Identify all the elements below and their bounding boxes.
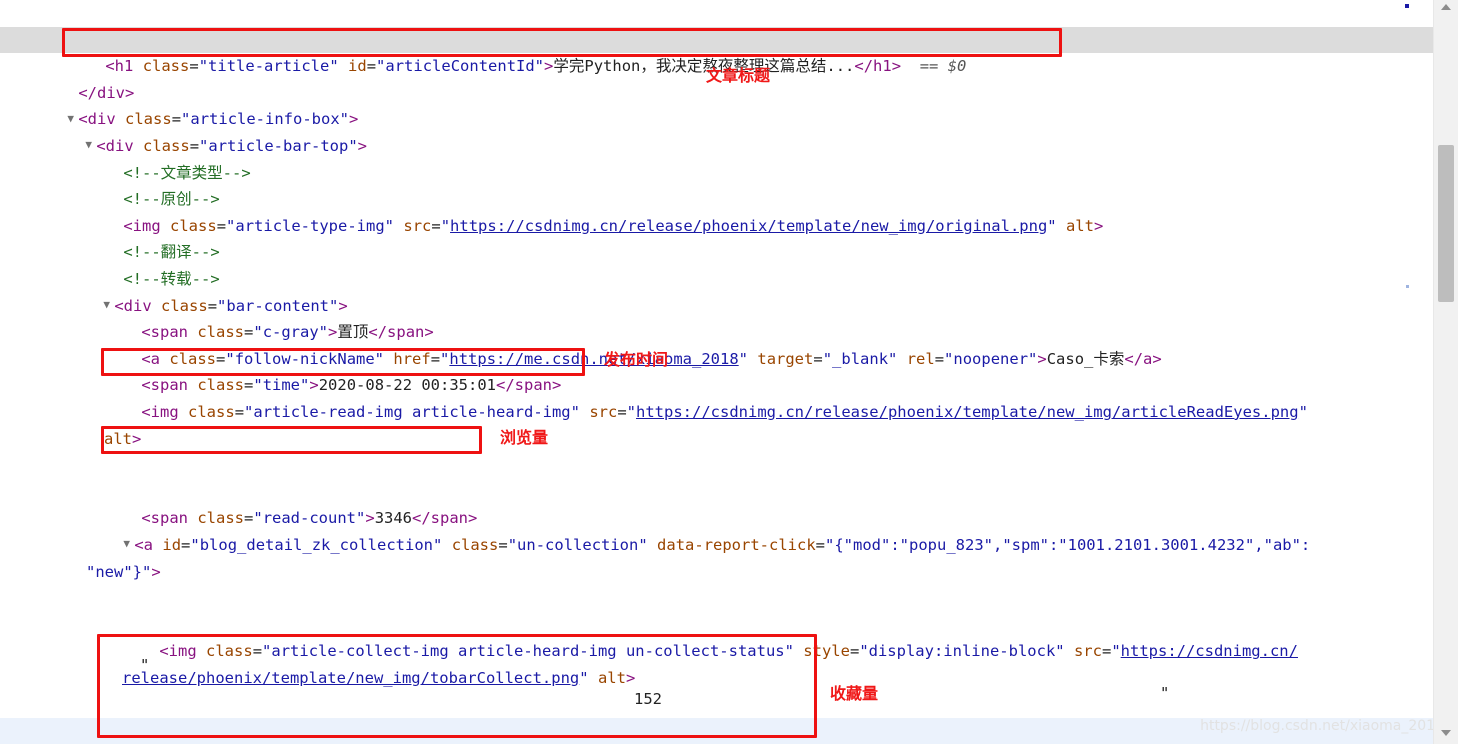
dom-node-h1-title-article[interactable]: <h1 class="title-article" id="articleCon…: [0, 26, 1434, 75]
attr-src-link[interactable]: https://csdnimg.cn/release/phoenix/templ…: [636, 403, 1299, 421]
dom-node-article-bar-top[interactable]: ▼ <div class="article-bar-top">: [0, 106, 1434, 155]
attr-src-link-cont[interactable]: release/phoenix/template/new_img/tobarCo…: [122, 669, 579, 687]
dom-comment-translation[interactable]: <!--翻译-->: [0, 213, 1434, 261]
collection-count-value: 152: [634, 690, 662, 708]
dom-node-article-title-box[interactable]: ▼<div class="article-title-box">: [0, 0, 1434, 49]
scroll-down-arrow-icon[interactable]: [1438, 730, 1454, 738]
annotation-read-count: 浏览量: [500, 428, 549, 447]
dom-comment-article-type[interactable]: <!--文章类型-->: [0, 133, 1434, 182]
dom-node-un-collect-status-img[interactable]: <img class="article-collect-img article-…: [0, 612, 1434, 718]
collection-text-quote-open: ": [140, 656, 150, 674]
dom-node-bar-content[interactable]: ▼ <div class="bar-content">: [0, 266, 1434, 315]
dom-node-follow-nickname[interactable]: <a class="follow-nickName" href="https:/…: [0, 319, 1434, 368]
annotation-article-title: 文章标题: [706, 66, 771, 85]
annotation-publish-time: 发布时间: [604, 350, 669, 369]
attr-src-link[interactable]: https://csdnimg.cn/: [1121, 642, 1298, 660]
dom-node-article-read-img[interactable]: <img class="article-read-img article-hea…: [0, 372, 1434, 478]
vertical-scrollbar[interactable]: [1433, 0, 1458, 744]
dom-node-span-c-gray[interactable]: <span class="c-gray">置顶</span>: [0, 293, 1434, 341]
scroll-up-arrow-icon[interactable]: [1438, 4, 1454, 12]
annotation-collect-count: 收藏量: [830, 684, 879, 703]
devtools-elements-tree[interactable]: ▼<div class="article-title-box"> <h1 cla…: [0, 0, 1434, 744]
expand-triangle-icon[interactable]: ▼: [123, 531, 134, 558]
dom-node-span-time[interactable]: <span class="time">2020-08-22 00:35:01</…: [0, 346, 1434, 394]
dom-node-read-count[interactable]: <span class="read-count">3346</span>: [0, 479, 1434, 527]
scrollbar-thumb[interactable]: [1438, 145, 1454, 302]
dom-node-article-type-img[interactable]: <img class="article-type-img" src="https…: [0, 186, 1434, 235]
collection-text-quote-close: ": [1160, 684, 1170, 702]
dom-comment-repost[interactable]: <!--转载-->: [0, 239, 1434, 288]
dom-comment-original[interactable]: <!--原创-->: [0, 160, 1434, 208]
dom-node-collection-anchor[interactable]: ▼ <a id="blog_detail_zk_collection" class…: [0, 505, 1434, 612]
edge-artifact: [1405, 4, 1409, 8]
watermark: https://blog.csdn.net/xiaoma_2018: [1200, 718, 1444, 735]
edge-artifact-2: [1406, 285, 1409, 288]
